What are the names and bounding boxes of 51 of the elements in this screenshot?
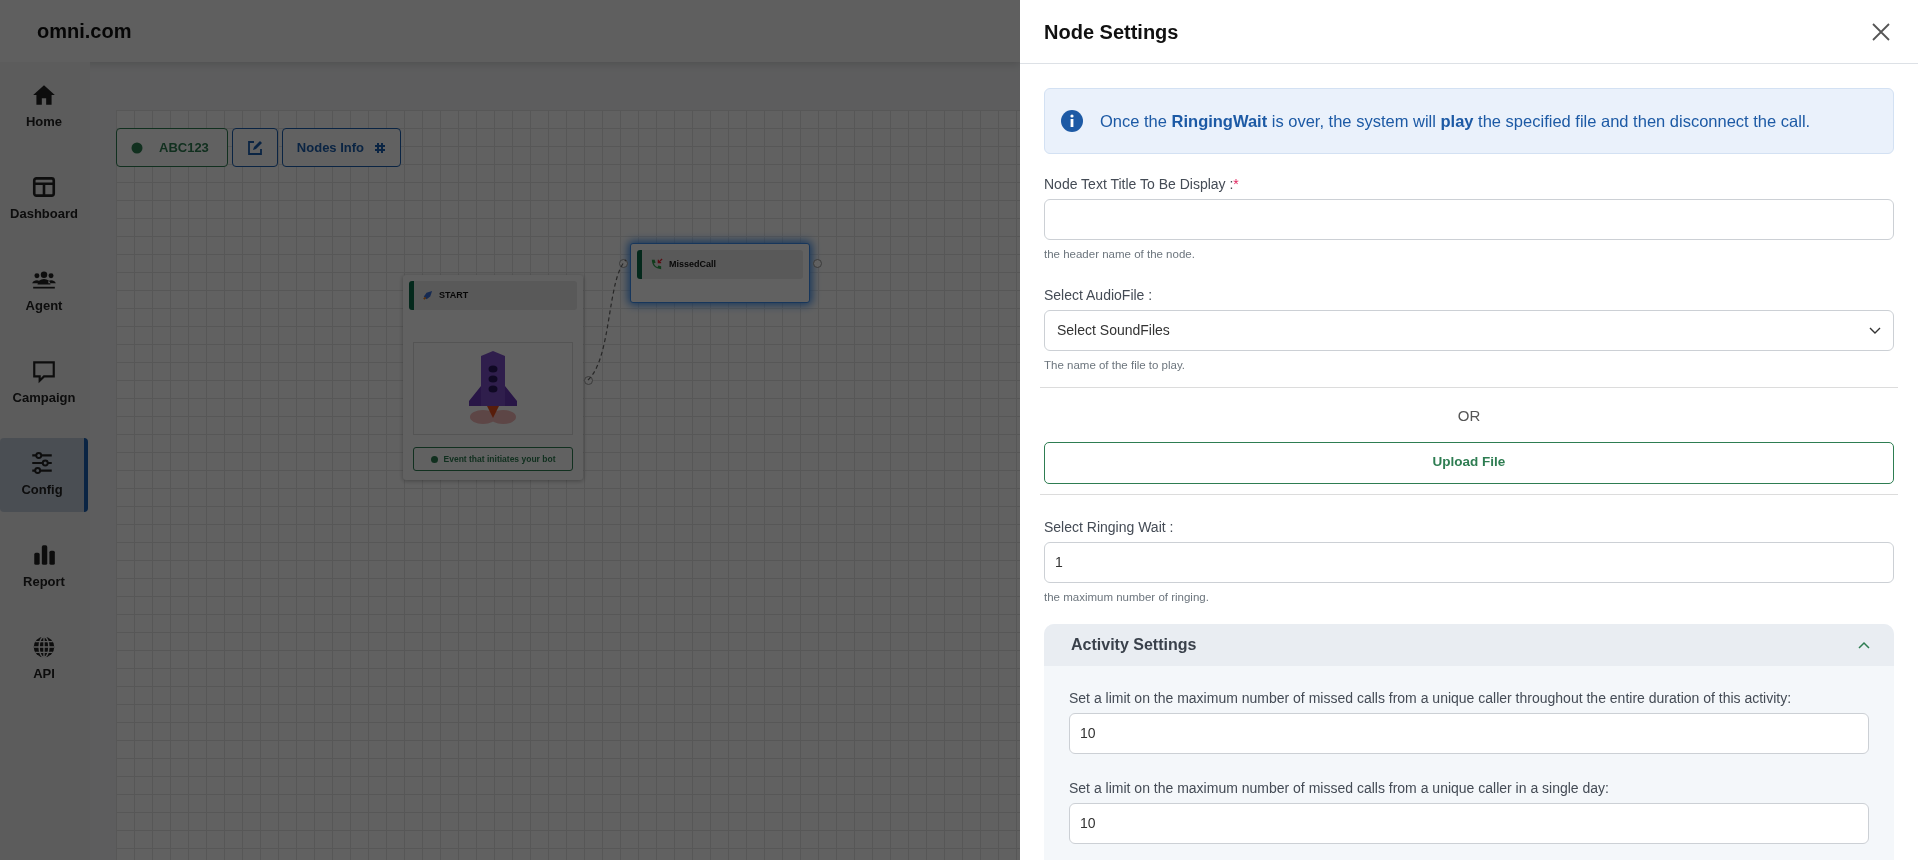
- sidebar-item[interactable]: Campaign: [0, 346, 88, 420]
- sidebar-item[interactable]: Report: [0, 530, 88, 604]
- output-port[interactable]: [813, 259, 822, 268]
- sidebar-item[interactable]: Dashboard: [0, 162, 88, 236]
- input-field[interactable]: 10: [1069, 712, 1869, 754]
- status-dot-icon: [430, 455, 438, 463]
- sidebar-item[interactable]: Agent: [0, 254, 88, 328]
- nodes-info-button[interactable]: Nodes Info: [281, 128, 402, 167]
- edit-icon: [246, 139, 263, 156]
- chat-bubble-icon: [31, 358, 57, 385]
- sidebar-item[interactable]: API: [0, 622, 88, 696]
- globe-icon: [31, 634, 57, 661]
- sidebar-item[interactable]: Config: [0, 438, 88, 512]
- close-icon: [1872, 23, 1890, 42]
- field-label: Select Ringing Wait :: [1044, 517, 1175, 537]
- required-mark: *: [1233, 176, 1239, 192]
- audio-file-select[interactable]: Select SoundFiles: [1044, 310, 1894, 352]
- input-port[interactable]: [619, 259, 628, 268]
- rocket-icon: [422, 290, 433, 301]
- info-icon: [1061, 110, 1083, 132]
- hash-icon: [374, 141, 387, 154]
- edit-button[interactable]: [231, 128, 278, 167]
- node-title: START: [439, 288, 469, 302]
- panel-title: Node Settings: [1044, 19, 1179, 44]
- accordion-header[interactable]: Activity Settings: [1044, 623, 1894, 666]
- input-field[interactable]: [1044, 199, 1894, 240]
- field-label: Set a limit on the maximum number of missed calls from a unique caller in a single day:: [1069, 778, 1610, 798]
- flow-node[interactable]: START Event that initiates your bot: [403, 275, 583, 480]
- upload-file-button[interactable]: Upload File: [1044, 441, 1894, 484]
- brand-name: omni.com: [37, 19, 132, 44]
- flow-name-button[interactable]: ABC123: [116, 128, 228, 167]
- status-dot-icon: [131, 141, 143, 154]
- sliders-icon: [29, 450, 55, 477]
- sidebar-item[interactable]: Home: [0, 70, 88, 144]
- help-text: The name of the file to play.: [1044, 358, 1187, 374]
- node-title: MissedCall: [669, 257, 717, 271]
- chevron-up-icon: [1858, 640, 1870, 649]
- field-label: Select AudioFile :: [1044, 286, 1154, 306]
- flow-node[interactable]: MissedCall: [630, 243, 810, 303]
- input-field[interactable]: 10: [1069, 802, 1869, 844]
- field-label: Node Text Title To Be Display :*: [1044, 175, 1240, 194]
- output-port[interactable]: [584, 376, 593, 385]
- field-label: Set a limit on the maximum number of missed calls from a unique caller throughout the entire duration of this activity:: [1069, 688, 1793, 708]
- or-divider-text: OR: [1457, 406, 1481, 424]
- input-field[interactable]: 1: [1044, 541, 1894, 583]
- phone-icon: [650, 258, 663, 271]
- help-text: the header name of the node.: [1044, 247, 1196, 262]
- help-text: the maximum number of ringing.: [1044, 589, 1210, 605]
- info-text: Once the RingingWait is over, the system will play the specified file and then disconnect the call.: [1100, 110, 1811, 132]
- event-label: Event that initiates your bot: [413, 447, 573, 471]
- chevron-down-icon: [1869, 326, 1881, 335]
